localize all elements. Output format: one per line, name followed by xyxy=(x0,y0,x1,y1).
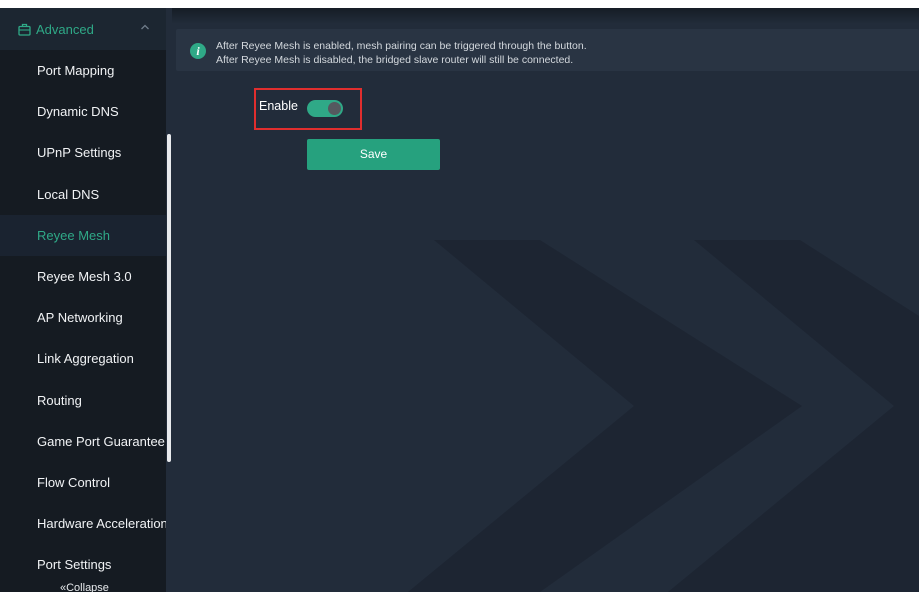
sidebar-item-ap-networking[interactable]: AP Networking xyxy=(0,297,166,338)
sidebar-item-reyee-mesh[interactable]: Reyee Mesh xyxy=(0,214,166,256)
top-strip xyxy=(172,8,919,24)
chevron-up-icon[interactable] xyxy=(140,23,150,31)
sidebar-item-port-mapping[interactable]: Port Mapping xyxy=(0,50,166,91)
sidebar-item-hardware-acceleration[interactable]: Hardware Acceleration xyxy=(0,503,166,544)
sidebar: Advanced Port Mapping Dynamic DNS UPnP S… xyxy=(0,8,166,592)
info-text-line-2: After Reyee Mesh is disabled, the bridge… xyxy=(216,54,574,66)
sidebar-scrollbar[interactable] xyxy=(167,134,171,462)
main-content: i After Reyee Mesh is enabled, mesh pair… xyxy=(172,8,919,592)
sidebar-nav: Port Mapping Dynamic DNS UPnP Settings L… xyxy=(0,50,166,585)
enable-label: Enable xyxy=(259,99,298,113)
toggle-knob xyxy=(328,102,341,115)
save-button[interactable]: Save xyxy=(307,139,440,170)
sidebar-item-reyee-mesh-3[interactable]: Reyee Mesh 3.0 xyxy=(0,256,166,297)
collapse-button[interactable]: «Collapse xyxy=(60,582,109,592)
sidebar-item-port-settings[interactable]: Port Settings xyxy=(0,544,166,585)
sidebar-item-local-dns[interactable]: Local DNS xyxy=(0,174,166,215)
sidebar-section-advanced[interactable]: Advanced xyxy=(0,8,166,50)
sidebar-item-dynamic-dns[interactable]: Dynamic DNS xyxy=(0,91,166,132)
enable-toggle[interactable] xyxy=(307,100,343,117)
sidebar-item-game-port-guarantee[interactable]: Game Port Guarantee xyxy=(0,421,166,462)
sidebar-item-upnp-settings[interactable]: UPnP Settings xyxy=(0,132,166,173)
briefcase-icon xyxy=(18,23,31,36)
sidebar-section-label: Advanced xyxy=(36,22,94,37)
sidebar-item-routing[interactable]: Routing xyxy=(0,380,166,421)
info-banner: i After Reyee Mesh is enabled, mesh pair… xyxy=(176,29,919,71)
info-icon: i xyxy=(190,43,206,59)
sidebar-item-link-aggregation[interactable]: Link Aggregation xyxy=(0,338,166,379)
info-text-line-1: After Reyee Mesh is enabled, mesh pairin… xyxy=(216,40,587,52)
app-frame: Advanced Port Mapping Dynamic DNS UPnP S… xyxy=(0,8,919,592)
sidebar-item-flow-control[interactable]: Flow Control xyxy=(0,462,166,503)
